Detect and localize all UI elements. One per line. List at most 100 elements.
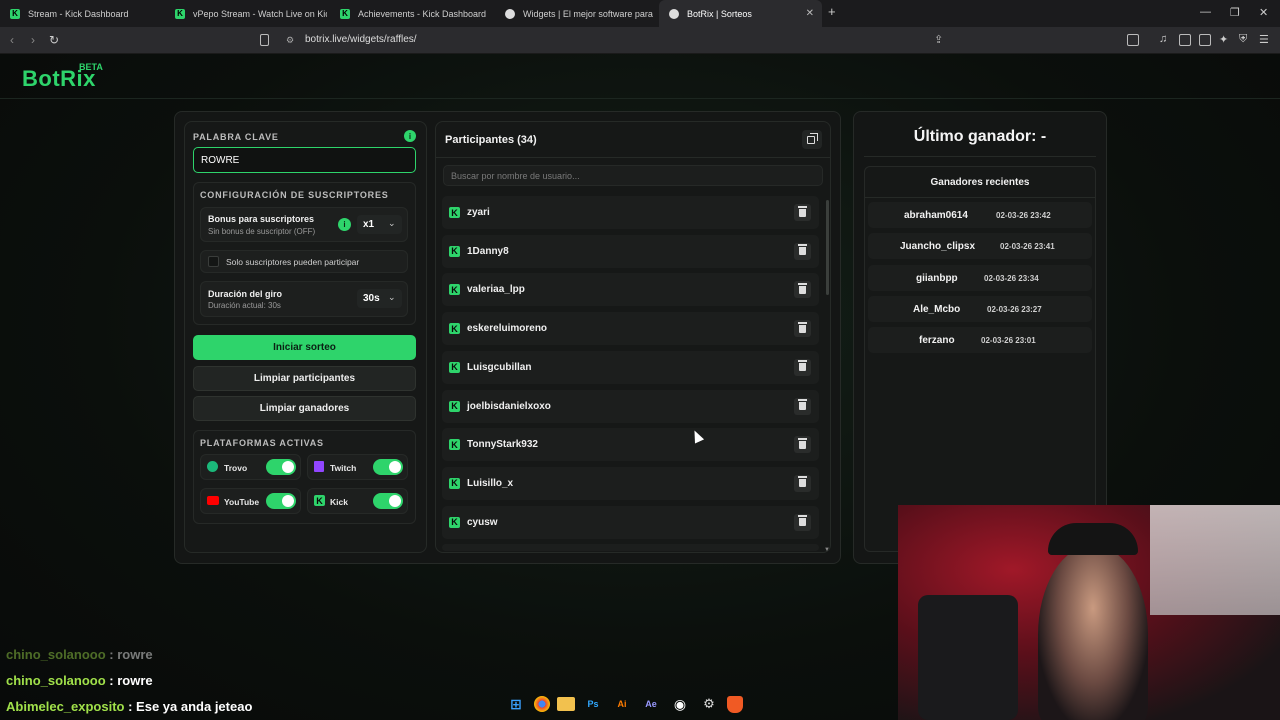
browser-tab-active[interactable]: BotRix | Sorteos ✕ xyxy=(659,0,822,27)
trovo-icon xyxy=(207,461,218,472)
info-icon[interactable]: i xyxy=(404,130,416,142)
winner-row: giianbpp 02-03-26 23:34 xyxy=(868,264,1092,291)
trash-icon xyxy=(798,515,807,527)
winner-date: 02-03-26 23:34 xyxy=(984,273,1039,283)
url-input[interactable]: botrix.live/widgets/raffles/ xyxy=(305,34,417,45)
bookmark-icon[interactable] xyxy=(260,34,269,46)
info-icon[interactable]: i xyxy=(338,218,351,231)
participant-row: Kjoelbisdanielxoxo xyxy=(442,389,819,423)
after-effects-icon[interactable]: Ae xyxy=(640,693,662,715)
participant-search-input[interactable]: Buscar por nombre de usuario... xyxy=(443,165,823,186)
trash-icon xyxy=(798,399,807,410)
chevron-down-icon: ⌄ xyxy=(388,292,396,302)
copy-button[interactable] xyxy=(802,130,822,149)
bonus-select[interactable]: x1 ⌄ xyxy=(357,215,402,234)
start-raffle-button[interactable]: Iniciar sorteo xyxy=(193,335,416,360)
participant-row: Kzyari xyxy=(442,196,819,229)
delete-participant-button[interactable] xyxy=(794,320,811,338)
steam-icon[interactable]: ⚙ xyxy=(698,693,720,715)
brave-icon[interactable] xyxy=(727,695,743,713)
browser-tab[interactable]: Widgets | El mejor software para pot xyxy=(495,0,655,27)
scrollbar-thumb[interactable] xyxy=(826,200,829,295)
subscriber-config-label: CONFIGURACIÓN DE SUSCRIPTORES xyxy=(200,190,389,200)
twitch-toggle[interactable] xyxy=(373,459,403,475)
keyword-label: PALABRA CLAVE xyxy=(193,132,279,142)
chat-message: chino_solanooo : rowre xyxy=(6,647,153,662)
new-tab-button[interactable]: + xyxy=(828,4,836,19)
delete-participant-button[interactable] xyxy=(794,513,811,531)
webcam-cap xyxy=(1048,523,1138,555)
participant-name: eskereluimoreno xyxy=(467,323,548,335)
participant-row: K Luisgcubillan xyxy=(442,350,819,384)
clear-participants-button[interactable]: Limpiar participantes xyxy=(193,366,416,391)
participant-row: Kcyusw xyxy=(442,505,819,539)
botrix-icon xyxy=(505,8,515,19)
photoshop-icon[interactable]: Ps xyxy=(582,693,604,715)
trovo-toggle[interactable] xyxy=(266,459,296,475)
wallet-icon[interactable] xyxy=(1199,34,1211,46)
participant-row-partial xyxy=(442,544,819,551)
winner-name: ferzano xyxy=(919,335,955,347)
trash-icon xyxy=(798,476,807,488)
recent-winners-title: Ganadores recientes xyxy=(930,177,1030,188)
chat-message: chino_solanooo : rowre xyxy=(6,673,153,688)
share-icon[interactable]: ⇪ xyxy=(934,33,943,46)
site-settings-icon[interactable]: ⚙ xyxy=(286,35,294,46)
reload-icon[interactable]: ↻ xyxy=(49,33,59,47)
delete-participant-button[interactable] xyxy=(794,436,811,454)
chrome-icon[interactable] xyxy=(534,696,550,712)
taskbar: ⊞ Ps Ai Ae ◉ ⚙ xyxy=(505,692,780,716)
participant-row: K Luisillo_x xyxy=(442,466,819,500)
keyword-input[interactable]: ROWRE xyxy=(193,147,416,173)
trash-icon xyxy=(798,205,807,217)
delete-participant-button[interactable] xyxy=(794,397,811,415)
chevron-down-icon: ⌄ xyxy=(388,218,396,228)
header-divider xyxy=(0,98,1280,99)
maximize-icon[interactable]: ❐ xyxy=(1230,6,1240,19)
delete-participant-button[interactable] xyxy=(794,281,811,299)
windows-start-icon[interactable]: ⊞ xyxy=(505,693,527,715)
browser-tab[interactable]: K Achievements - Kick Dashboard xyxy=(330,0,492,27)
media-icon[interactable]: ♫ xyxy=(1159,33,1167,45)
obs-icon[interactable]: ◉ xyxy=(669,693,691,715)
minimize-icon[interactable]: — xyxy=(1200,6,1211,18)
close-icon[interactable]: ✕ xyxy=(806,8,814,19)
keyword-value: ROWRE xyxy=(201,155,240,166)
kick-icon: K xyxy=(10,8,20,19)
divider xyxy=(436,157,830,158)
clear-winners-button[interactable]: Limpiar ganadores xyxy=(193,396,416,421)
browser-tab[interactable]: K Stream - Kick Dashboard xyxy=(0,0,160,27)
chat-text: : rowre xyxy=(105,647,153,662)
browser-tab[interactable]: K vPepo Stream - Watch Live on Kick xyxy=(165,0,327,27)
scroll-down-icon[interactable]: ▼ xyxy=(824,547,830,553)
kick-toggle[interactable] xyxy=(373,493,403,509)
participant-row: Keskereluimoreno xyxy=(442,312,819,346)
delete-participant-button[interactable] xyxy=(794,474,811,492)
winner-row: abraham0614 02-03-26 23:42 xyxy=(868,202,1092,228)
forward-icon[interactable]: › xyxy=(31,33,35,47)
menu-icon[interactable]: ☰ xyxy=(1259,33,1269,46)
delete-participant-button[interactable] xyxy=(794,204,811,221)
file-explorer-icon[interactable] xyxy=(557,697,575,711)
platform-name: Trovo xyxy=(224,463,248,473)
kick-icon: K xyxy=(314,495,325,506)
leo-ai-icon[interactable]: ✦ xyxy=(1219,33,1228,46)
subs-only-checkbox[interactable] xyxy=(208,256,219,267)
back-icon[interactable]: ‹ xyxy=(10,33,14,47)
platform-name: YouTube xyxy=(224,497,260,507)
delete-participant-button[interactable] xyxy=(794,358,811,376)
reader-mode-icon[interactable] xyxy=(1127,34,1139,46)
youtube-toggle[interactable] xyxy=(266,493,296,509)
delete-participant-button[interactable] xyxy=(794,242,811,260)
vpn-icon[interactable]: ⛨ xyxy=(1239,33,1247,46)
close-window-icon[interactable]: ✕ xyxy=(1259,6,1268,19)
tab-title: Stream - Kick Dashboard xyxy=(28,8,129,19)
participant-name: TonnyStark932 xyxy=(467,439,538,451)
trash-icon xyxy=(798,244,807,256)
kick-icon: K xyxy=(449,477,460,489)
spin-duration-select[interactable]: 30s ⌄ xyxy=(357,289,402,308)
kick-icon: K xyxy=(449,323,460,335)
illustrator-icon[interactable]: Ai xyxy=(611,693,633,715)
webcam-window xyxy=(1150,505,1280,615)
sidebar-icon[interactable] xyxy=(1179,34,1191,46)
